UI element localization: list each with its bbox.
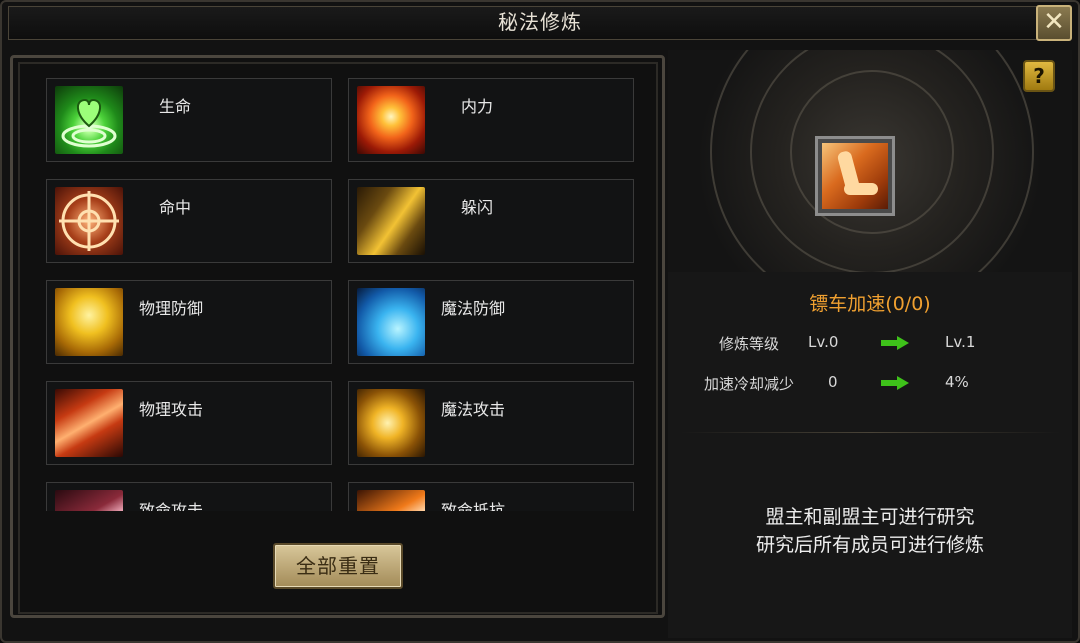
skill-item-critical-attack[interactable]: 致命攻击	[46, 482, 332, 511]
info-text-line: 研究后所有成员可进行修炼	[755, 534, 984, 556]
shield-icon	[55, 288, 123, 356]
skill-label: 魔法攻击	[441, 400, 506, 419]
magic-shield-icon	[357, 288, 425, 356]
skill-item-physical-defense[interactable]: 物理防御	[46, 280, 332, 364]
skill-item-physical-attack[interactable]: 物理攻击	[46, 381, 332, 465]
magic-swirl-icon	[357, 389, 425, 457]
window-title: 秘法修炼	[498, 10, 582, 34]
arrow-right-icon	[881, 336, 909, 350]
skill-label: 致命攻击	[139, 501, 204, 511]
divider	[680, 432, 1060, 433]
stat-next-cooldown: 4%	[945, 373, 969, 391]
skill-label: 物理防御	[139, 299, 204, 318]
skill-label: 内力	[461, 97, 494, 116]
dodge-boot-icon	[357, 187, 425, 255]
stat-current-level: Lv.0	[808, 333, 839, 351]
close-button[interactable]: ✕	[1036, 5, 1072, 41]
heart-icon	[55, 86, 123, 154]
skill-item-critical-resist[interactable]: 致命抵抗	[348, 482, 634, 511]
fire-orb-icon	[357, 86, 425, 154]
skill-grid[interactable]: 生命 内力 命中 躲闪 物理防御 魔法防御 物理攻击 魔法攻击 致命攻击 致命抵…	[46, 78, 636, 511]
critical-attack-icon	[55, 490, 123, 511]
skill-label: 躲闪	[461, 198, 494, 217]
skill-item-hp[interactable]: 生命	[46, 78, 332, 162]
skill-label: 魔法防御	[441, 299, 506, 318]
arrow-right-icon	[881, 376, 909, 390]
skill-item-dodge[interactable]: 躲闪	[348, 179, 634, 263]
speed-foot-icon	[822, 143, 888, 209]
skill-item-mp[interactable]: 内力	[348, 78, 634, 162]
help-button[interactable]: ?	[1023, 60, 1055, 92]
reset-all-button[interactable]: 全部重置	[273, 543, 403, 589]
blade-icon	[55, 389, 123, 457]
stat-next-level: Lv.1	[945, 333, 976, 351]
info-text-line: 盟主和副盟主可进行研究	[765, 506, 975, 528]
selected-skill-icon-frame	[815, 136, 895, 216]
skill-label: 物理攻击	[139, 400, 204, 419]
critical-resist-icon	[357, 490, 425, 511]
stat-label-level: 修炼等级	[719, 335, 780, 353]
selected-skill-title: 镖车加速(0/0)	[809, 293, 931, 315]
skill-item-accuracy[interactable]: 命中	[46, 179, 332, 263]
skill-item-magic-defense[interactable]: 魔法防御	[348, 280, 634, 364]
skill-label: 生命	[159, 97, 192, 116]
skill-label: 致命抵抗	[441, 501, 506, 511]
stat-current-cooldown: 0	[828, 373, 838, 391]
stat-label-cooldown: 加速冷却减少	[704, 375, 795, 393]
crosshair-icon	[55, 187, 123, 255]
skill-label: 命中	[159, 198, 192, 217]
skill-item-magic-attack[interactable]: 魔法攻击	[348, 381, 634, 465]
